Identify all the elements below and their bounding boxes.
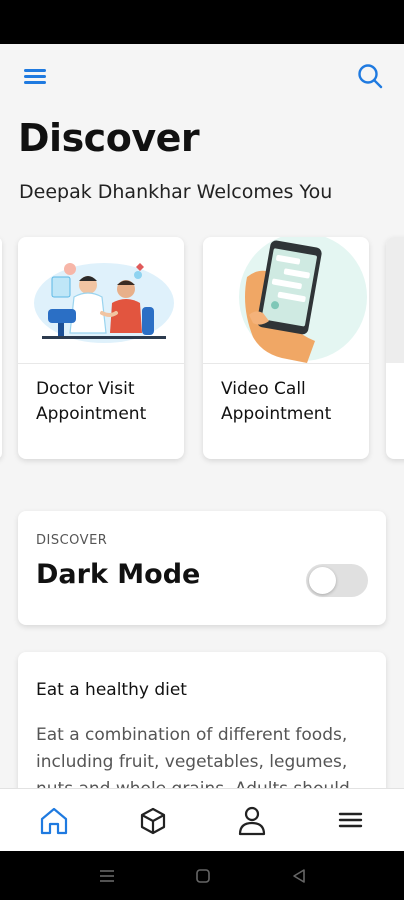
profile-icon[interactable] xyxy=(232,801,272,841)
page-title: Discover xyxy=(18,116,200,160)
appointment-card-label: Doctor Visit Appointment xyxy=(36,379,147,424)
dark-mode-card: DISCOVER Dark Mode xyxy=(18,511,386,625)
health-tip-title: Eat a healthy diet xyxy=(36,680,187,700)
phone-in-hand-illustration xyxy=(203,237,369,363)
dark-mode-title: Dark Mode xyxy=(36,559,201,590)
toggle-knob xyxy=(309,567,336,594)
system-navigation-bar xyxy=(0,851,404,900)
box-icon[interactable] xyxy=(133,801,173,841)
doctor-visit-appointment-card[interactable]: Doctor Visit Appointment xyxy=(18,237,184,459)
home-icon[interactable] xyxy=(34,801,74,841)
dark-mode-eyebrow: DISCOVER xyxy=(36,533,108,548)
status-bar xyxy=(0,0,404,44)
hamburger-menu-icon[interactable] xyxy=(22,64,48,88)
welcome-subtitle: Deepak Dhankhar Welcomes You xyxy=(19,181,333,203)
card-divider xyxy=(203,363,369,364)
dark-mode-toggle[interactable] xyxy=(306,564,368,597)
previous-card-peek[interactable] xyxy=(0,237,2,459)
doctor-patient-illustration xyxy=(18,237,184,363)
home-square-icon[interactable] xyxy=(192,865,214,887)
video-call-appointment-card[interactable]: Video Call Appointment xyxy=(203,237,369,459)
appointment-card-label: Video Call Appointment xyxy=(221,379,332,424)
top-app-bar xyxy=(0,44,404,108)
recents-icon[interactable] xyxy=(96,865,118,887)
next-card-peek[interactable] xyxy=(386,237,404,459)
health-tip-body: Eat a combination of different foods, in… xyxy=(36,725,350,788)
menu-icon[interactable] xyxy=(330,801,370,841)
health-tip-card[interactable]: Eat a healthy diet Eat a combination of … xyxy=(18,652,386,788)
back-triangle-icon[interactable] xyxy=(288,865,310,887)
next-card-illustration xyxy=(386,237,404,363)
discover-screen: Discover Deepak Dhankhar Welcomes You Do… xyxy=(0,44,404,788)
bottom-navigation-bar xyxy=(0,788,404,851)
card-divider xyxy=(18,363,184,364)
search-icon[interactable] xyxy=(354,60,386,92)
